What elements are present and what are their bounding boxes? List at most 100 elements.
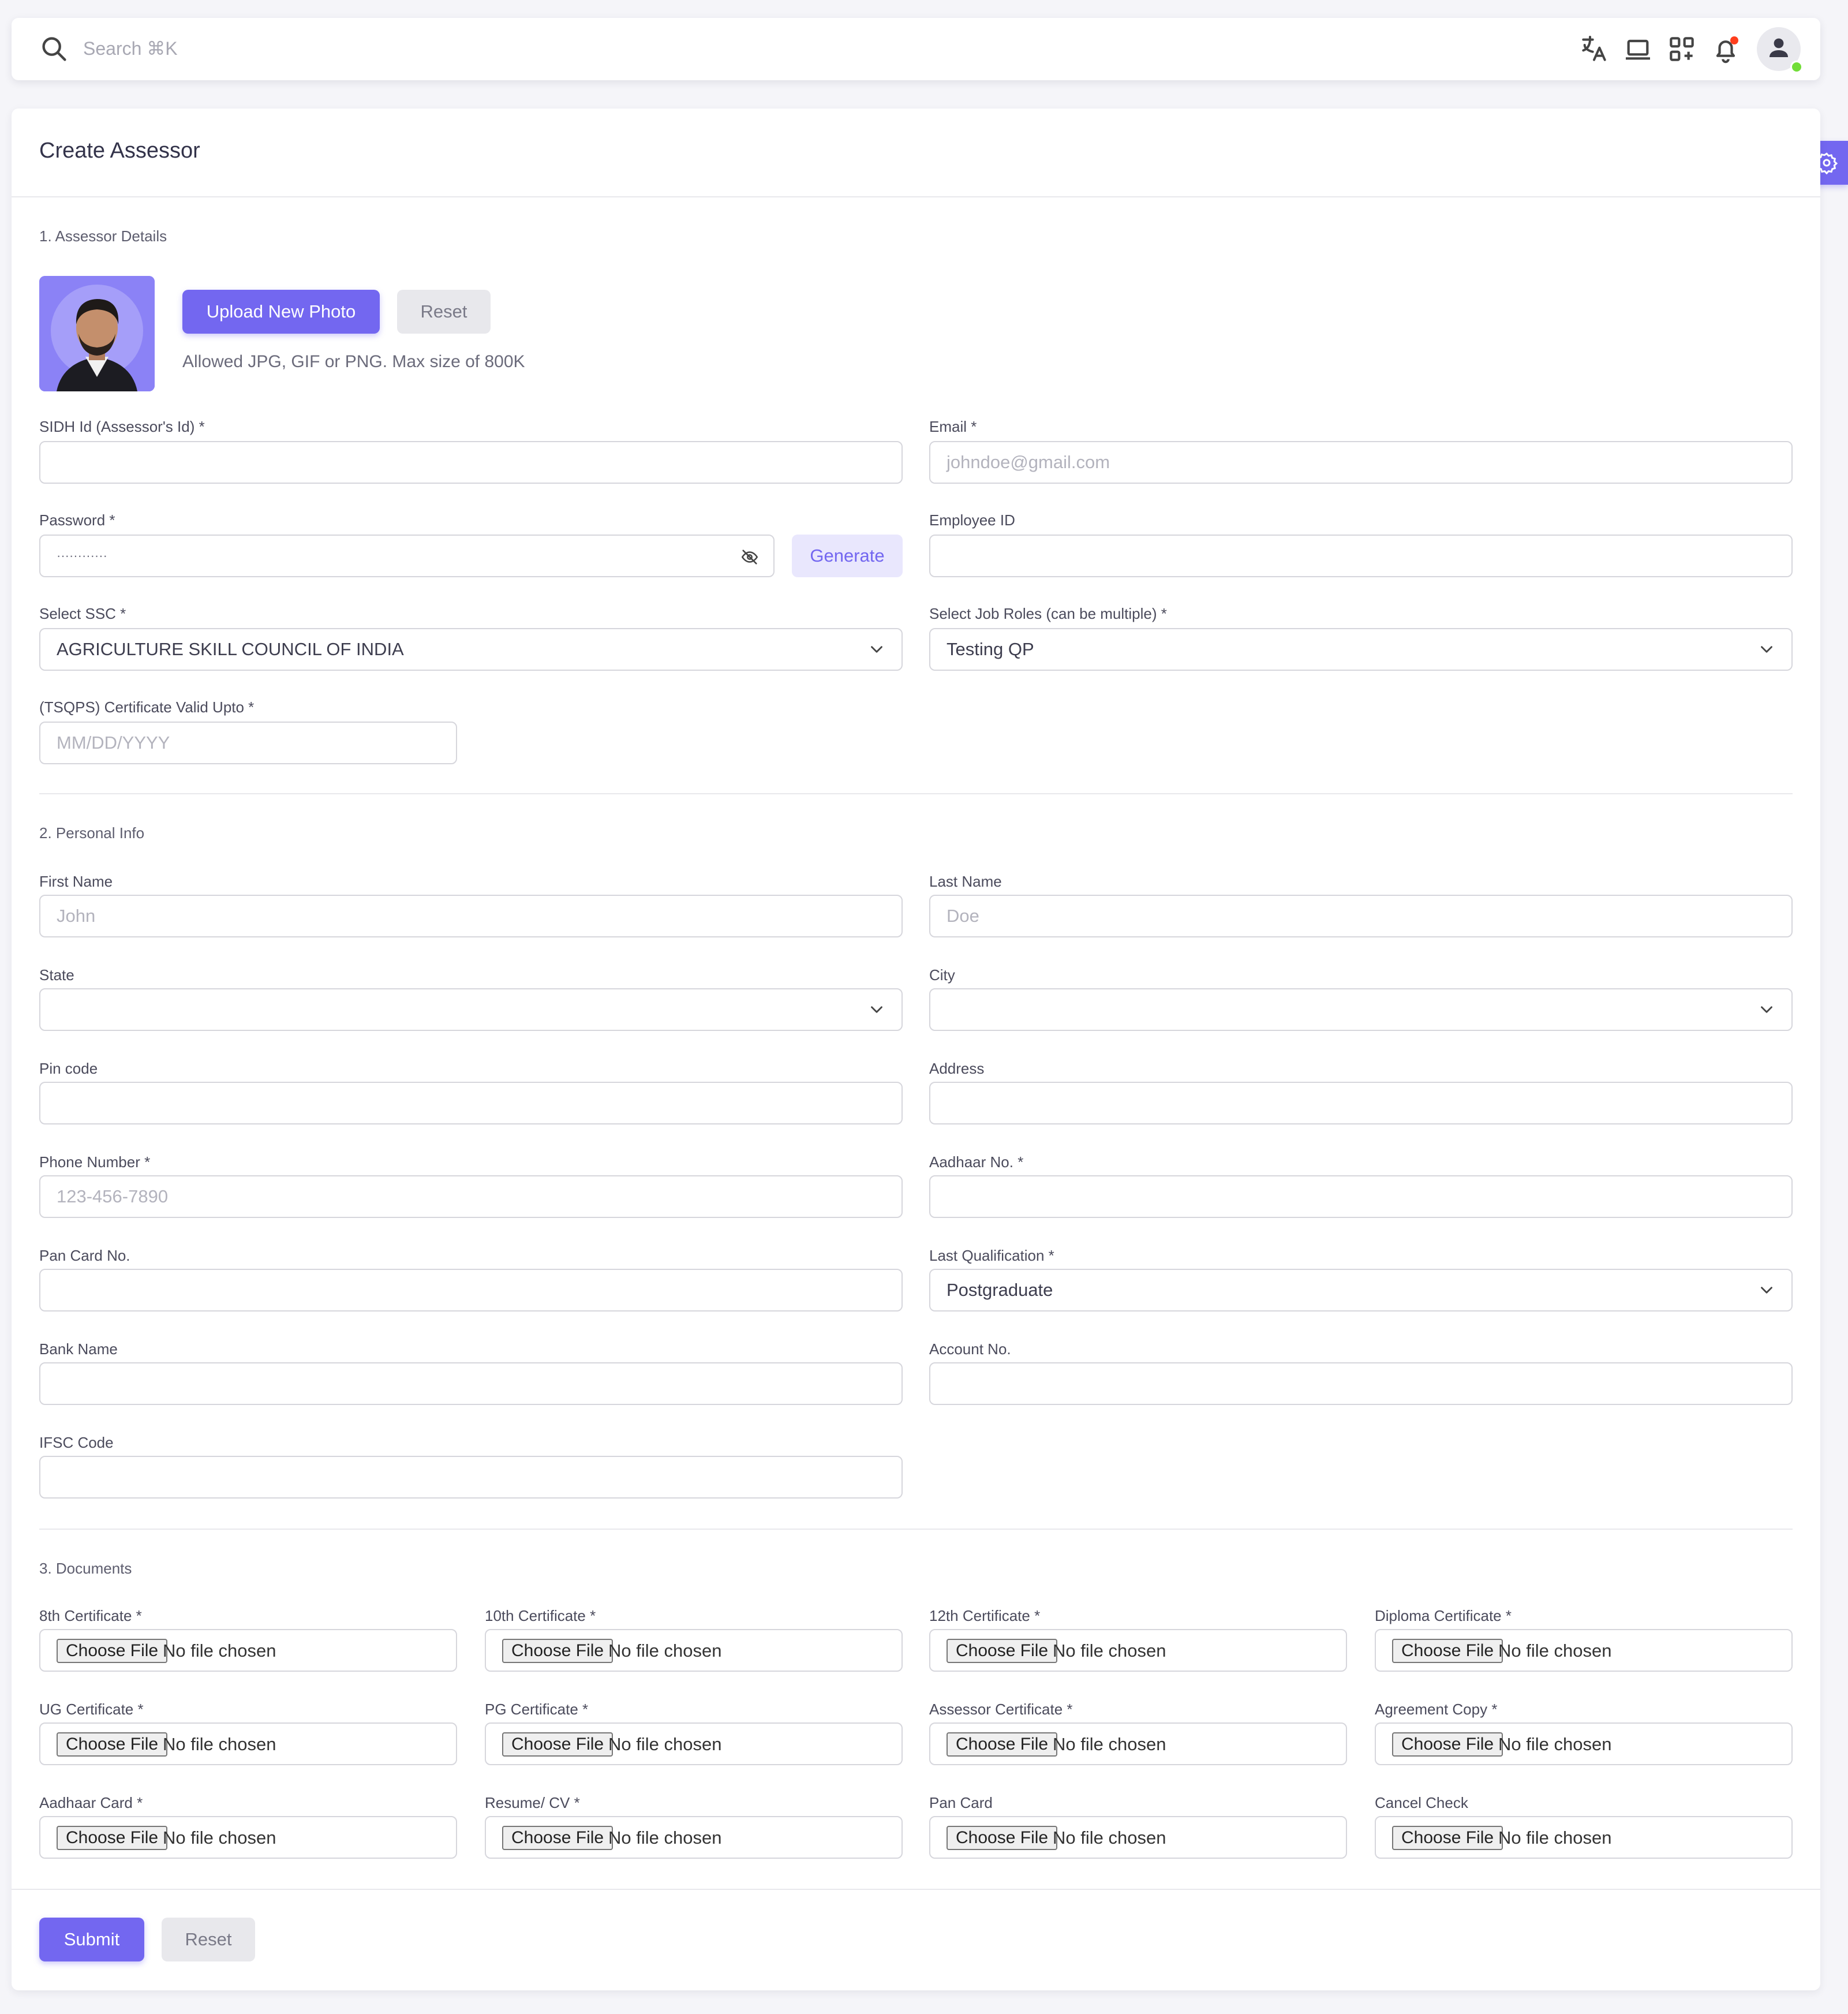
job-roles-label: Select Job Roles (can be multiple) * [929,605,1167,622]
submit-button[interactable]: Submit [39,1918,144,1961]
job-roles-select[interactable]: Testing QP [929,628,1793,671]
document-file-input[interactable]: Choose File No file chosen [39,1816,457,1859]
bank-name-input[interactable] [39,1362,903,1405]
chevron-down-icon [871,646,882,653]
certificate-valid-date-input[interactable]: MM/DD/YYYY [39,722,457,764]
last-name-input[interactable]: Doe [929,895,1793,937]
divider [12,1889,1820,1890]
choose-file-button[interactable]: Choose File [502,1826,613,1850]
document-file-input[interactable]: Choose File No file chosen [1375,1629,1793,1672]
grid-add-icon[interactable] [1666,33,1698,65]
chevron-down-icon [1761,1287,1772,1294]
document-file-input[interactable]: Choose File No file chosen [39,1629,457,1672]
reset-form-button[interactable]: Reset [162,1918,255,1961]
choose-file-button[interactable]: Choose File [1392,1639,1503,1663]
laptop-icon[interactable] [1622,33,1654,65]
search-input[interactable]: Search ⌘K [83,35,178,62]
document-file-input[interactable]: Choose File No file chosen [929,1816,1347,1859]
no-file-chosen-text: No file chosen [1053,1828,1166,1848]
search-icon[interactable] [39,34,69,64]
chevron-down-icon [1761,646,1772,653]
city-select[interactable] [929,988,1793,1031]
document-label: Resume/ CV * [485,1794,580,1811]
upload-photo-button[interactable]: Upload New Photo [182,290,380,334]
photo-hint: Allowed JPG, GIF or PNG. Max size of 800… [182,352,525,371]
page-title: Create Assessor [39,139,200,163]
address-label: Address [929,1060,985,1077]
bell-icon[interactable] [1709,33,1742,65]
pan-label: Pan Card No. [39,1247,130,1264]
qualification-select[interactable]: Postgraduate [929,1269,1793,1311]
ifsc-input[interactable] [39,1456,903,1499]
chevron-down-icon [871,1006,882,1013]
choose-file-button[interactable]: Choose File [947,1826,1058,1850]
phone-label: Phone Number * [39,1153,151,1171]
user-avatar[interactable] [1757,27,1803,73]
bank-name-label: Bank Name [39,1340,118,1358]
pin-code-input[interactable] [39,1082,903,1124]
choose-file-button[interactable]: Choose File [1392,1826,1503,1850]
pan-input[interactable] [39,1269,903,1311]
document-file-input[interactable]: Choose File No file chosen [1375,1722,1793,1765]
document-file-input[interactable]: Choose File No file chosen [929,1722,1347,1765]
document-label: Agreement Copy * [1375,1701,1498,1718]
no-file-chosen-text: No file chosen [163,1641,276,1661]
section-title-documents: 3. Documents [39,1560,132,1577]
state-select[interactable] [39,988,903,1031]
choose-file-button[interactable]: Choose File [57,1732,168,1757]
sidh-input[interactable] [39,441,903,484]
choose-file-button[interactable]: Choose File [1392,1732,1503,1757]
first-name-input[interactable]: John [39,895,903,937]
document-file-input[interactable]: Choose File No file chosen [39,1722,457,1765]
document-file-input[interactable]: Choose File No file chosen [485,1722,903,1765]
translate-icon[interactable] [1578,33,1610,65]
pin-code-label: Pin code [39,1060,98,1077]
sidh-label: SIDH Id (Assessor's Id) * [39,418,205,435]
ifsc-label: IFSC Code [39,1434,114,1451]
section-divider [39,793,1793,794]
no-file-chosen-text: No file chosen [608,1641,722,1661]
no-file-chosen-text: No file chosen [1498,1641,1612,1661]
generate-password-button[interactable]: Generate [792,535,903,577]
no-file-chosen-text: No file chosen [1053,1734,1166,1754]
aadhaar-input[interactable] [929,1175,1793,1218]
email-input[interactable]: johndoe@gmail.com [929,441,1793,484]
document-file-input[interactable]: Choose File No file chosen [1375,1816,1793,1859]
account-input[interactable] [929,1362,1793,1405]
document-file-input[interactable]: Choose File No file chosen [485,1629,903,1672]
choose-file-button[interactable]: Choose File [57,1639,168,1663]
document-label: 12th Certificate * [929,1607,1041,1624]
document-file-input[interactable]: Choose File No file chosen [485,1816,903,1859]
document-label: Aadhaar Card * [39,1794,143,1811]
choose-file-button[interactable]: Choose File [947,1639,1058,1663]
ssc-select[interactable]: AGRICULTURE SKILL COUNCIL OF INDIA [39,628,903,671]
no-file-chosen-text: No file chosen [608,1734,722,1754]
employee-id-input[interactable] [929,535,1793,577]
chevron-down-icon [1761,1006,1772,1013]
password-input[interactable]: ············ [39,535,775,577]
ssc-label: Select SSC * [39,605,126,622]
document-file-input[interactable]: Choose File No file chosen [929,1629,1347,1672]
qualification-label: Last Qualification * [929,1247,1054,1264]
section-title-personal: 2. Personal Info [39,824,145,842]
eye-off-icon[interactable] [740,547,760,567]
no-file-chosen-text: No file chosen [1053,1641,1166,1661]
create-assessor-card: Create Assessor 1. Assessor Details Uplo… [12,109,1820,1990]
choose-file-button[interactable]: Choose File [57,1826,168,1850]
reset-photo-button[interactable]: Reset [397,290,491,334]
online-status-dot [1790,61,1803,73]
state-label: State [39,966,74,984]
certificate-valid-label: (TSQPS) Certificate Valid Upto * [39,698,255,716]
document-label: Pan Card [929,1794,993,1811]
section-divider [39,1529,1793,1530]
choose-file-button[interactable]: Choose File [502,1732,613,1757]
account-label: Account No. [929,1340,1011,1358]
address-input[interactable] [929,1082,1793,1124]
divider [12,196,1820,197]
assessor-photo[interactable] [39,276,155,391]
employee-id-label: Employee ID [929,511,1015,529]
choose-file-button[interactable]: Choose File [502,1639,613,1663]
phone-input[interactable]: 123-456-7890 [39,1175,903,1218]
choose-file-button[interactable]: Choose File [947,1732,1058,1757]
no-file-chosen-text: No file chosen [608,1828,722,1848]
